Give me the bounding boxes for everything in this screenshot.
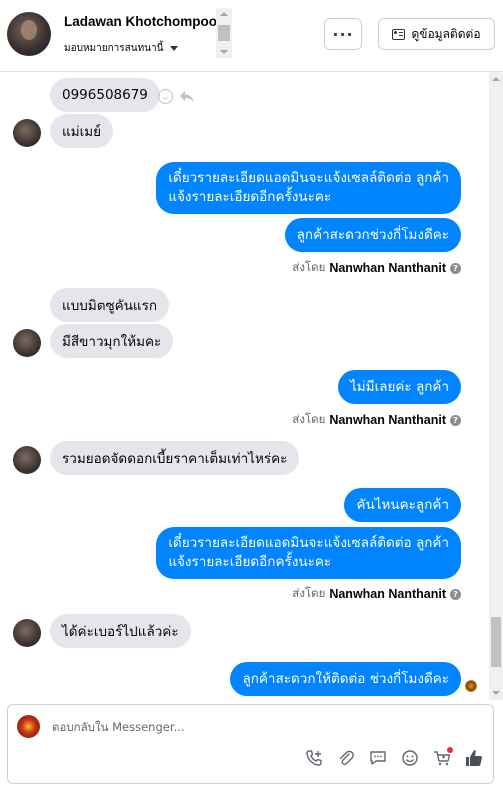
info-icon[interactable]: ? <box>450 588 461 600</box>
contact-avatar[interactable] <box>7 12 51 56</box>
message-text: แม่เมย์ <box>62 124 102 140</box>
react-icon[interactable] <box>158 89 173 104</box>
message-incoming[interactable]: ได้ค่ะเบอร์ไปแล้วค่ะ <box>50 614 191 648</box>
message-incoming[interactable]: รวมยอดจัดดอกเบี้ยราคาเต็มเท่าไหร่คะ <box>50 441 300 475</box>
message-actions <box>158 89 195 104</box>
message-text: ลูกค้าสะดวกช่วงกี่โมงดีคะ <box>296 226 449 243</box>
reply-icon[interactable] <box>179 90 195 104</box>
view-contact-info-label: ดูข้อมูลติดต่อ <box>411 26 481 41</box>
saved-replies-icon[interactable] <box>367 747 389 769</box>
message-incoming[interactable]: มีสีขาวมุกให้มคะ <box>50 324 174 358</box>
reply-composer <box>7 704 494 784</box>
message-outgoing[interactable]: ลูกค้าสะดวกช่วงกี่โมงดีคะ <box>284 218 461 252</box>
contact-avatar-small[interactable] <box>13 446 41 474</box>
shop-cart-icon[interactable] <box>431 747 453 769</box>
info-icon[interactable]: ? <box>450 414 461 426</box>
sent-by-prefix: ส่งโดย <box>292 412 326 426</box>
message-outgoing[interactable]: คันไหนคะลูกค้า <box>344 488 461 522</box>
message-text: แจ้งรายละเอียดอีกครั้งนะคะ <box>168 189 332 205</box>
message-outgoing[interactable]: เดี๋ยวรายละเอียดแอดมินจะแจ้งเซลล์ติดต่อ … <box>156 162 461 214</box>
thread-scrollbar[interactable] <box>489 72 503 700</box>
attachment-icon[interactable] <box>335 747 357 769</box>
reply-input[interactable] <box>52 717 452 737</box>
message-text: ไม่มีเลยค่ะ ลูกค้า <box>349 378 449 395</box>
contact-name[interactable]: Ladawan Khotchompoo <box>64 14 217 29</box>
more-options-button[interactable]: ··· <box>324 18 362 50</box>
sent-by-prefix: ส่งโดย <box>292 586 326 600</box>
message-incoming[interactable]: แบบมิตซูคันแรก <box>50 288 170 322</box>
scroll-down-icon[interactable] <box>492 691 500 695</box>
assign-label: มอบหมายการสนทนานี้ <box>64 43 164 54</box>
message-outgoing[interactable]: ลูกค้าสะดวกให้ติดต่อ ช่วงกี่โมงดีคะ <box>230 662 461 696</box>
sent-by-label: ส่งโดย Nanwhan Nanthanit ? <box>292 259 461 277</box>
message-text: แจ้งรายละเอียดอีกครั้งนะคะ <box>168 554 332 570</box>
scroll-up-icon[interactable] <box>220 12 228 16</box>
message-text: 0996508679 <box>62 87 148 103</box>
contact-avatar-small[interactable] <box>13 119 41 147</box>
info-icon[interactable]: ? <box>450 262 461 274</box>
view-contact-info-button[interactable]: ดูข้อมูลติดต่อ <box>378 18 495 50</box>
message-text: เดี๋ยวรายละเอียดแอดมินจะแจ้งเซลล์ติดต่อ … <box>168 170 449 186</box>
message-text: ลูกค้าสะดวกให้ติดต่อ ช่วงกี่โมงดีคะ <box>242 670 449 687</box>
contact-card-icon <box>392 28 406 40</box>
sent-by-label: ส่งโดย Nanwhan Nanthanit ? <box>292 585 461 603</box>
sent-by-label: ส่งโดย Nanwhan Nanthanit ? <box>292 411 461 429</box>
message-outgoing[interactable]: ไม่มีเลยค่ะ ลูกค้า <box>337 370 461 404</box>
message-text: เดี๋ยวรายละเอียดแอดมินจะแจ้งเซลล์ติดต่อ … <box>168 535 449 551</box>
contact-avatar-small[interactable] <box>13 619 41 647</box>
like-icon[interactable] <box>463 747 485 769</box>
sent-by-prefix: ส่งโดย <box>292 260 326 274</box>
assign-conversation-dropdown[interactable]: มอบหมายการสนทนานี้ <box>64 41 179 56</box>
conversation-header: Ladawan Khotchompoo มอบหมายการสนทนานี้ ·… <box>0 0 503 72</box>
seen-indicator-avatar <box>465 680 477 692</box>
notification-dot <box>447 747 453 753</box>
scrollbar-thumb[interactable] <box>218 25 230 41</box>
message-thread: 0996508679 แม่เมย์ เดี๋ยวรายละเอียดแอดมิ… <box>0 72 503 700</box>
composer-toolbar <box>303 747 485 769</box>
sent-by-agent[interactable]: Nanwhan Nanthanit <box>329 413 446 427</box>
message-outgoing[interactable]: เดี๋ยวรายละเอียดแอดมินจะแจ้งเซลล์ติดต่อ … <box>156 527 461 579</box>
phone-add-icon[interactable] <box>303 747 325 769</box>
message-text: มีสีขาวมุกให้มคะ <box>62 334 162 350</box>
emoji-icon[interactable] <box>399 747 421 769</box>
header-scrollbar[interactable] <box>216 8 232 58</box>
caret-down-icon <box>170 46 179 51</box>
sent-by-agent[interactable]: Nanwhan Nanthanit <box>329 587 446 601</box>
message-text: คันไหนคะลูกค้า <box>356 496 449 513</box>
scroll-down-icon[interactable] <box>220 50 228 54</box>
scroll-up-icon[interactable] <box>492 77 500 81</box>
page-avatar <box>17 715 40 738</box>
message-incoming[interactable]: 0996508679 <box>50 78 160 112</box>
message-text: แบบมิตซูคันแรก <box>62 298 158 314</box>
message-text: รวมยอดจัดดอกเบี้ยราคาเต็มเท่าไหร่คะ <box>62 451 288 467</box>
contact-avatar-small[interactable] <box>13 329 41 357</box>
sent-by-agent[interactable]: Nanwhan Nanthanit <box>329 261 446 275</box>
message-incoming[interactable]: แม่เมย์ <box>50 114 114 148</box>
message-text: ได้ค่ะเบอร์ไปแล้วค่ะ <box>62 624 179 640</box>
scrollbar-thumb[interactable] <box>491 617 501 667</box>
